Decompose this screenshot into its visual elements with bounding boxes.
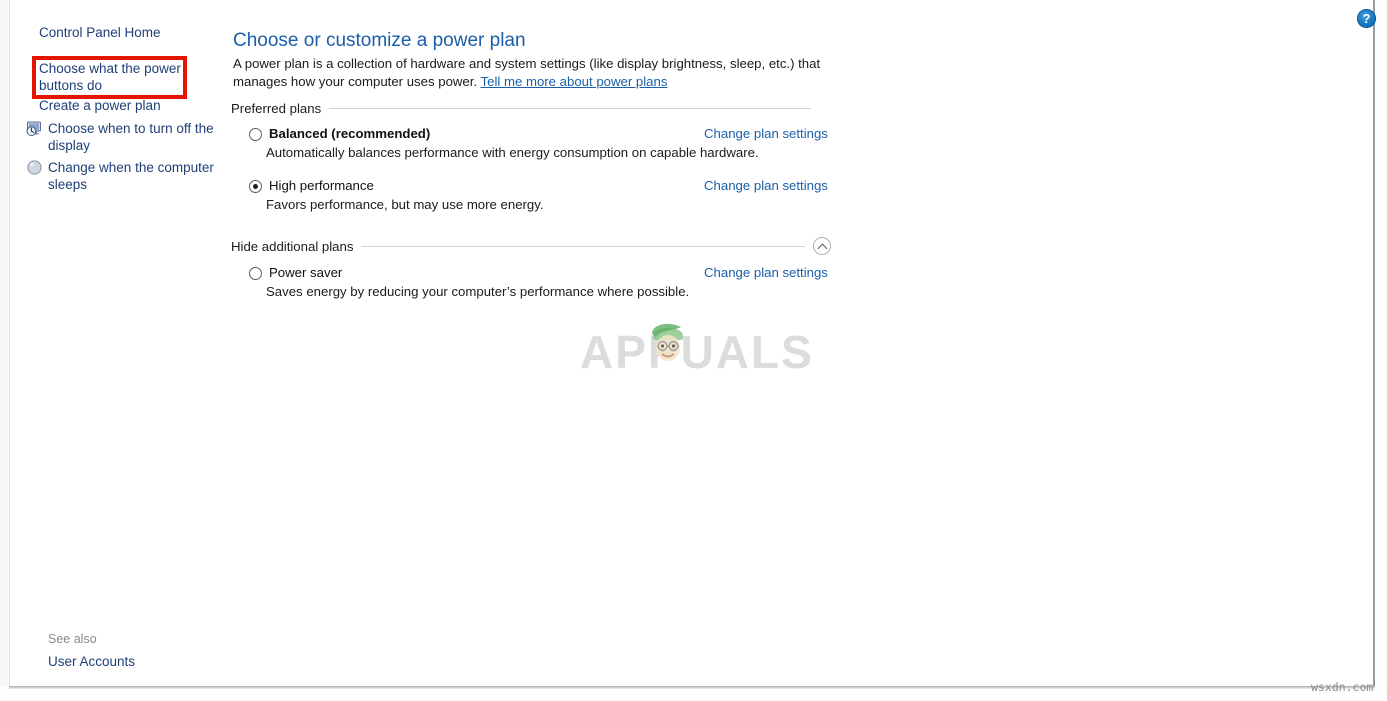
page-title: Choose or customize a power plan [233, 30, 526, 51]
main-content: Choose or customize a power plan A power… [225, 0, 1373, 686]
group-header-hide-additional-plans: Hide additional plans [231, 237, 831, 255]
sidebar-item-change-computer-sleeps[interactable]: Change when the computer sleeps [48, 159, 218, 193]
plan-description-power-saver: Saves energy by reducing your computer’s… [266, 284, 690, 299]
sleep-moon-icon [26, 159, 43, 176]
sidebar-item-create-power-plan[interactable]: Create a power plan [39, 97, 219, 114]
radio-balanced[interactable] [249, 128, 262, 141]
radio-power-saver[interactable] [249, 267, 262, 280]
plan-row-balanced: Balanced (recommended) Change plan setti… [249, 126, 828, 160]
chevron-up-icon[interactable] [813, 237, 831, 255]
sidebar-item-choose-power-buttons[interactable]: Choose what the power buttons do [39, 60, 189, 94]
page-description: A power plan is a collection of hardware… [233, 55, 823, 91]
window-right-outside [1375, 0, 1387, 701]
sidebar: Control Panel Home Choose what the power… [10, 0, 225, 686]
change-plan-settings-power-saver[interactable]: Change plan settings [704, 265, 828, 280]
plan-row-top: Balanced (recommended) Change plan setti… [249, 126, 828, 143]
plan-name-power-saver[interactable]: Power saver [269, 265, 342, 280]
see-also-label: See also [48, 632, 97, 646]
see-also-link-user-accounts[interactable]: User Accounts [48, 654, 135, 669]
group-label: Preferred plans [231, 101, 322, 116]
window-bottom-outside [0, 689, 1387, 701]
control-panel-power-options-window: ? Control Panel Home Choose what the pow… [0, 0, 1387, 701]
plan-row-top: High performance Change plan settings [249, 178, 828, 195]
plan-name-balanced[interactable]: Balanced (recommended) [269, 126, 430, 141]
plan-description-high-performance: Favors performance, but may use more ene… [266, 197, 544, 212]
group-divider [361, 245, 805, 247]
tell-me-more-link[interactable]: Tell me more about power plans [481, 74, 668, 89]
sidebar-item-choose-turn-off-display[interactable]: Choose when to turn off the display [48, 120, 218, 154]
radio-high-performance[interactable] [249, 180, 262, 193]
change-plan-settings-high-performance[interactable]: Change plan settings [704, 178, 828, 193]
plan-description-balanced: Automatically balances performance with … [266, 145, 759, 160]
window-left-gutter [0, 0, 9, 686]
sidebar-item-control-panel-home[interactable]: Control Panel Home [39, 24, 219, 41]
plan-row-high-performance: High performance Change plan settings Fa… [249, 178, 828, 212]
display-clock-icon [26, 120, 43, 137]
plan-name-high-performance[interactable]: High performance [269, 178, 374, 193]
plan-row-top: Power saver Change plan settings [249, 265, 828, 282]
group-label: Hide additional plans [231, 238, 354, 254]
group-divider [329, 108, 811, 109]
plan-row-power-saver: Power saver Change plan settings Saves e… [249, 265, 828, 299]
group-header-preferred-plans: Preferred plans [231, 101, 811, 116]
change-plan-settings-balanced[interactable]: Change plan settings [704, 126, 828, 141]
